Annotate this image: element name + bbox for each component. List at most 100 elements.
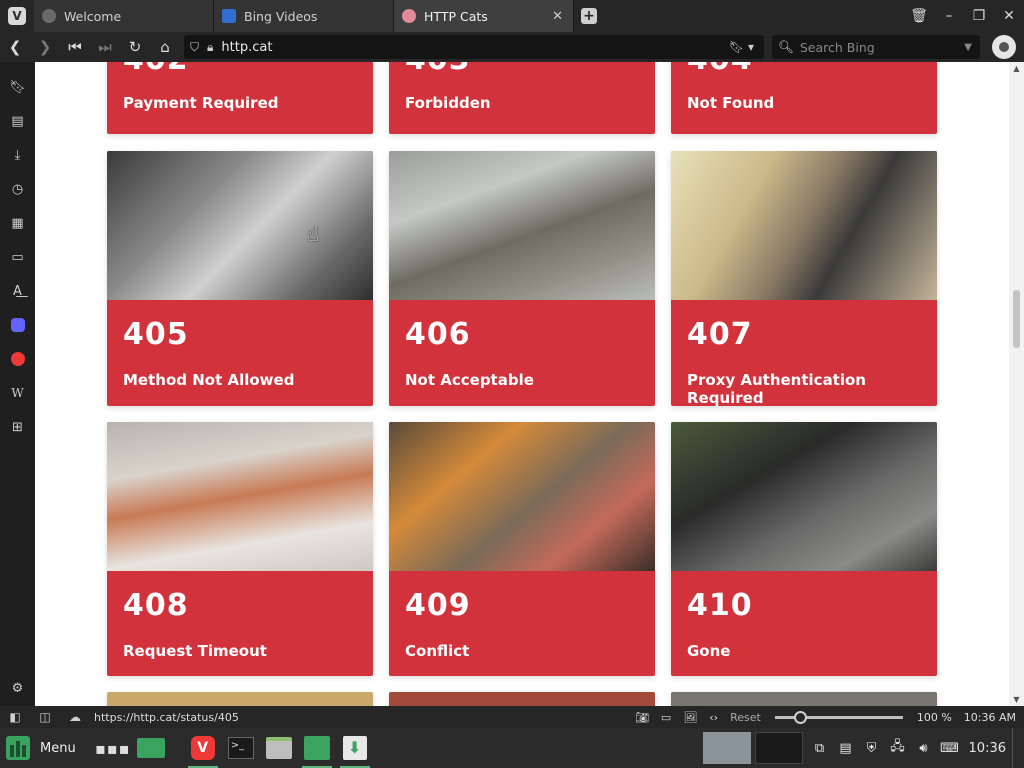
network-icon[interactable]: 🖧︎ — [885, 737, 911, 759]
link-preview-url: https://http.cat/status/405 — [94, 710, 239, 724]
rewind-icon[interactable]: ⏮ — [60, 38, 90, 56]
workspace-1[interactable] — [702, 732, 751, 764]
profile-avatar[interactable] — [992, 35, 1016, 59]
translate-icon[interactable]: A͟ — [0, 281, 35, 301]
show-desktop-icon[interactable]: ▪▪▪ — [94, 728, 132, 768]
cloud-sync-icon[interactable]: ☁ — [60, 710, 90, 724]
keyboard-icon[interactable]: ⌨ — [937, 741, 963, 756]
window-panel-icon[interactable]: ▭ — [0, 247, 35, 267]
notes-icon[interactable]: ▦ — [0, 213, 35, 233]
status-title: Method Not Allowed — [123, 371, 295, 389]
side-panel: 🔖︎ ▤ ⤓ ◷ ▦ ▭ A͟ W ⊞ ⚙ — [0, 62, 35, 706]
scrollbar-thumb[interactable] — [1013, 290, 1020, 348]
chevron-down-icon[interactable]: ▼ — [964, 42, 972, 53]
taskbar-clock[interactable]: 10:36 — [969, 741, 1006, 756]
wikipedia-icon[interactable]: W — [0, 383, 35, 403]
status-card-next[interactable] — [389, 692, 655, 706]
reload-icon[interactable]: ↻ — [120, 38, 150, 56]
panel-toggle-icon[interactable]: ◧ — [0, 710, 30, 724]
clipboard-icon[interactable]: ▤ — [833, 741, 859, 756]
minimize-icon[interactable]: – — [934, 8, 964, 24]
status-card-403[interactable]: 403 Forbidden — [389, 62, 655, 134]
home-icon[interactable]: ⌂ — [150, 38, 180, 56]
reading-list-icon[interactable]: ▤ — [0, 111, 35, 131]
cat-photo — [389, 422, 655, 571]
zoom-reset-button[interactable]: Reset — [730, 711, 761, 724]
file-manager-icon[interactable] — [260, 728, 298, 768]
camera-icon[interactable]: 📷︎ — [635, 711, 649, 724]
scroll-down-icon[interactable]: ▼ — [1009, 695, 1024, 704]
search-icon: 🔍︎ — [778, 39, 794, 54]
new-tab-button[interactable]: + — [574, 0, 604, 32]
cat-photo — [389, 151, 655, 300]
tab-label: Welcome — [64, 8, 122, 24]
system-tray: ⧉ ▤ ⛨ 🖧︎ 🔊︎ ⌨ 10:36 — [702, 728, 1024, 768]
maximize-icon[interactable]: ❐ — [964, 8, 994, 24]
trash-icon[interactable]: 🗑 — [904, 8, 934, 24]
tab-tiling-icon[interactable]: ◫ — [30, 710, 60, 724]
tab-http-cats[interactable]: HTTP Cats ✕ — [394, 0, 574, 32]
status-card-406[interactable]: 406 Not Acceptable — [389, 151, 655, 406]
status-code: 404 — [687, 62, 753, 77]
history-icon[interactable]: ◷ — [0, 179, 35, 199]
image-icon[interactable]: 🖼︎ — [683, 711, 697, 724]
status-bar: ◧ ◫ ☁ https://http.cat/status/405 📷︎ ▭ 🖼… — [0, 706, 1024, 728]
hand-cursor-icon: ☝ — [307, 222, 320, 246]
scroll-up-icon[interactable]: ▲ — [1009, 64, 1024, 73]
window-switcher-icon[interactable]: ⧉ — [807, 741, 833, 756]
shield-icon[interactable]: ⛉ — [190, 40, 199, 55]
status-card-402[interactable]: 402 Payment Required — [107, 62, 373, 134]
tab-bing-videos[interactable]: Bing Videos — [214, 0, 394, 32]
close-icon[interactable]: ✕ — [994, 8, 1024, 24]
start-menu-button[interactable]: Menu — [0, 736, 76, 760]
bookmark-icon[interactable]: 🔖︎ ▾ — [729, 40, 754, 54]
status-clock: 10:36 AM — [963, 710, 1016, 724]
software-update-icon[interactable]: ⬇ — [336, 728, 374, 768]
url-text: http.cat — [221, 39, 273, 55]
bookmarks-panel-icon[interactable]: 🔖︎ — [0, 77, 35, 97]
plus-icon: + — [581, 8, 597, 24]
zoom-slider[interactable] — [774, 710, 903, 724]
mint-app-icon[interactable] — [298, 728, 336, 768]
status-card-next[interactable] — [671, 692, 937, 706]
volume-icon[interactable]: 🔊︎ — [911, 741, 937, 756]
lock-icon[interactable]: 🔒︎ — [207, 40, 213, 55]
status-card-405[interactable]: 405 Method Not Allowed — [107, 151, 373, 406]
show-desktop-corner-icon[interactable] — [1012, 728, 1024, 768]
tab-label: Bing Videos — [244, 8, 318, 24]
mastodon-icon[interactable] — [0, 315, 35, 335]
vivaldi-menu-button[interactable]: V — [0, 0, 34, 32]
code-icon[interactable]: ‹› — [709, 711, 718, 724]
status-card-409[interactable]: 409 Conflict — [389, 422, 655, 676]
settings-gear-icon[interactable]: ⚙ — [0, 678, 35, 698]
status-card-408[interactable]: 408 Request Timeout — [107, 422, 373, 676]
cat-photo — [671, 422, 937, 571]
back-icon[interactable]: ❮ — [0, 38, 30, 56]
terminal-icon[interactable]: >_ — [222, 728, 260, 768]
status-card-410[interactable]: 410 Gone — [671, 422, 937, 676]
status-title: Request Timeout — [123, 642, 267, 660]
vivaldi-taskbar-icon[interactable]: V — [184, 728, 222, 768]
page-content: 402 Payment Required 403 Forbidden 404 N… — [35, 62, 1009, 706]
menu-label: Menu — [40, 740, 76, 756]
status-card-next[interactable] — [107, 692, 373, 706]
status-code: 403 — [405, 62, 471, 77]
status-card-404[interactable]: 404 Not Found — [671, 62, 937, 134]
shield-tray-icon[interactable]: ⛨ — [859, 741, 885, 756]
status-card-407[interactable]: 407 Proxy Authentication Required — [671, 151, 937, 406]
page-scrollbar[interactable]: ▲ ▼ — [1009, 62, 1024, 706]
page-tile-icon[interactable]: ▭ — [661, 711, 671, 724]
vivaldi-social-icon[interactable] — [0, 349, 35, 369]
close-tab-icon[interactable]: ✕ — [552, 9, 563, 24]
fast-forward-icon[interactable]: ⏭ — [90, 38, 120, 56]
workspace-2[interactable] — [754, 732, 803, 764]
search-input[interactable]: 🔍︎ Search Bing ▼ — [772, 35, 980, 59]
add-panel-icon[interactable]: ⊞ — [0, 417, 35, 437]
zoom-slider-knob[interactable] — [794, 710, 808, 724]
tab-welcome[interactable]: Welcome — [34, 0, 214, 32]
user-icon — [999, 42, 1009, 52]
url-field[interactable]: ⛉ 🔒︎ http.cat 🔖︎ ▾ — [184, 35, 764, 59]
forward-icon[interactable]: ❯ — [30, 38, 60, 56]
downloads-icon[interactable]: ⤓ — [0, 145, 35, 165]
desktop-folder-icon[interactable] — [132, 728, 170, 768]
